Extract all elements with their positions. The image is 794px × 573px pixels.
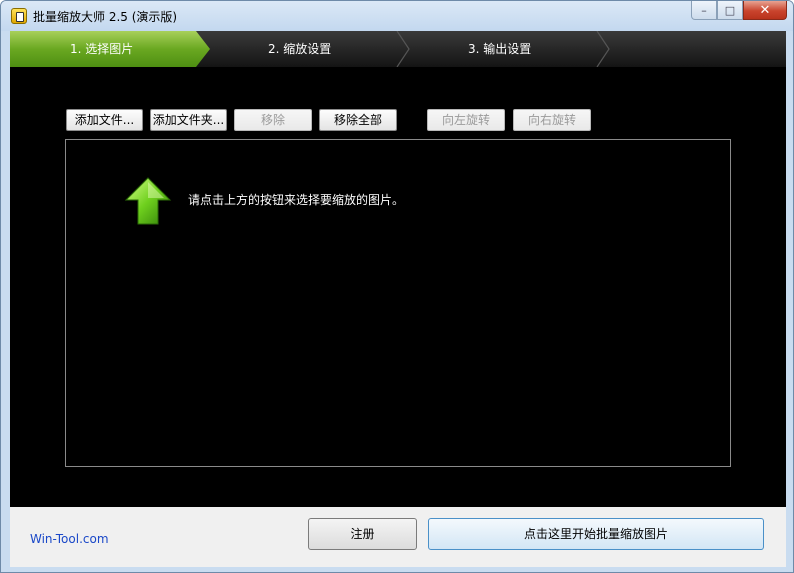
chevron-right-icon	[596, 31, 610, 67]
app-window: 批量缩放大师 2.5 (演示版) – □ ✕ 1. 选择图片 2. 缩放设置 3…	[0, 0, 794, 573]
chevron-right-icon	[396, 31, 410, 67]
close-button[interactable]: ✕	[743, 1, 787, 20]
rotate-right-button[interactable]: 向右旋转	[513, 109, 591, 131]
image-list-panel[interactable]: 请点击上方的按钮来选择要缩放的图片。	[65, 139, 731, 467]
app-icon[interactable]	[11, 8, 27, 24]
minimize-button[interactable]: –	[691, 1, 717, 20]
maximize-button[interactable]: □	[717, 1, 743, 20]
add-folder-button[interactable]: 添加文件夹...	[150, 109, 227, 131]
remove-all-button[interactable]: 移除全部	[319, 109, 397, 131]
empty-list-hint: 请点击上方的按钮来选择要缩放的图片。	[188, 193, 405, 207]
title-bar[interactable]: 批量缩放大师 2.5 (演示版) – □ ✕	[1, 1, 793, 31]
brand-link[interactable]: Win-Tool.com	[30, 532, 109, 546]
step-select-images[interactable]: 1. 选择图片	[10, 31, 210, 67]
main-area: 1. 选择图片 2. 缩放设置 3. 输出设置 添加文件... 添加文件夹...…	[10, 31, 786, 507]
footer-bar: Win-Tool.com 注册 点击这里开始批量缩放图片	[10, 507, 786, 567]
step-resize-settings[interactable]: 2. 缩放设置	[268, 31, 331, 67]
step-output-settings[interactable]: 3. 输出设置	[468, 31, 531, 67]
wizard-steps: 1. 选择图片 2. 缩放设置 3. 输出设置	[10, 31, 786, 67]
green-up-arrow-icon	[124, 177, 172, 225]
add-file-button[interactable]: 添加文件...	[66, 109, 143, 131]
window-title: 批量缩放大师 2.5 (演示版)	[33, 10, 178, 24]
remove-button[interactable]: 移除	[234, 109, 312, 131]
register-button[interactable]: 注册	[308, 518, 417, 550]
rotate-left-button[interactable]: 向左旋转	[427, 109, 505, 131]
start-resize-button[interactable]: 点击这里开始批量缩放图片	[428, 518, 764, 550]
window-controls: – □ ✕	[691, 1, 787, 21]
